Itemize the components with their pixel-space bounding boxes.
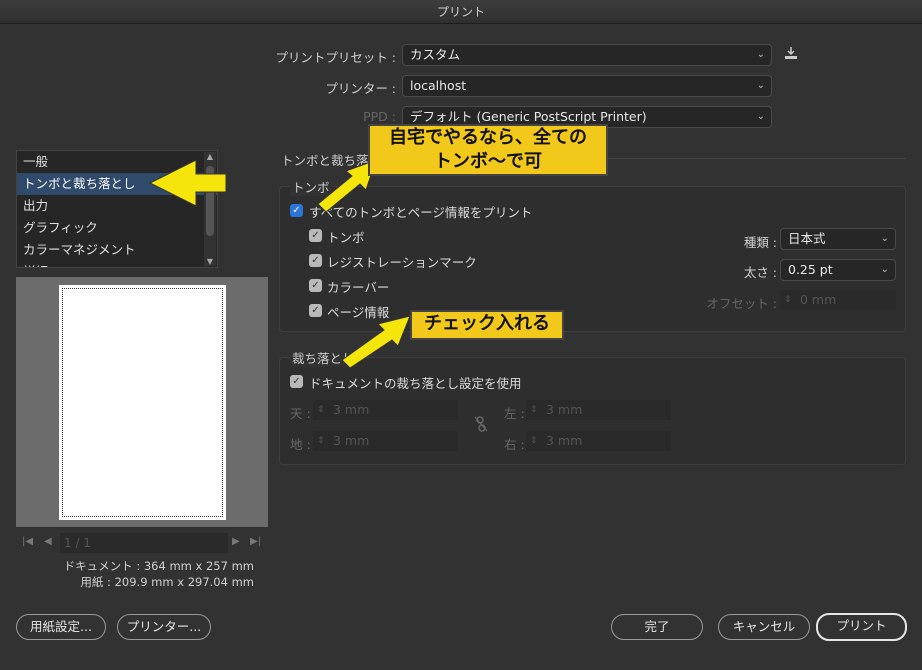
stepper-arrows-icon[interactable]: ⇕ <box>530 400 538 420</box>
sidebar-item-marks-bleed[interactable]: トンボと裁ち落とし <box>17 173 217 195</box>
paper-size: 用紙 : 209.9 mm x 297.04 mm <box>80 575 254 589</box>
bleed-top-value: 3 mm <box>333 402 370 417</box>
page-navigator: |◀ ◀ 1 / 1 ▶ ▶| <box>16 532 268 554</box>
bleed-group-title: 裁ち落とし <box>290 348 357 367</box>
sidebar-item-advanced[interactable]: 詳細 <box>17 261 217 267</box>
page-info-checkbox[interactable]: ✓ <box>309 304 322 317</box>
bleed-top-stepper[interactable]: ⇕ 3 mm <box>313 400 458 420</box>
prev-page-icon[interactable]: ◀ <box>44 536 52 547</box>
printer-button[interactable]: プリンター... <box>117 614 211 640</box>
first-page-icon[interactable]: |◀ <box>22 536 33 547</box>
color-bars-label: カラーバー <box>327 280 390 295</box>
bleed-right-stepper[interactable]: ⇕ 3 mm <box>526 431 671 451</box>
scroll-down-icon[interactable]: ▼ <box>204 257 216 266</box>
use-doc-bleed-checkbox[interactable]: ✓ <box>290 375 303 388</box>
link-chain-icon[interactable] <box>474 416 488 436</box>
ppd-label: PPD : <box>363 109 396 124</box>
save-preset-icon[interactable] <box>784 46 798 64</box>
registration-label: レジストレーションマーク <box>327 255 477 270</box>
preset-label: プリントプリセット : <box>275 50 396 65</box>
printer-select[interactable]: localhost ⌄ <box>402 75 772 97</box>
print-button[interactable]: プリント <box>816 613 907 641</box>
preset-select[interactable]: カスタム ⌄ <box>402 44 772 66</box>
chevron-down-icon: ⌄ <box>756 111 765 122</box>
sidebar-item-output[interactable]: 出力 <box>17 195 217 217</box>
page-setup-button[interactable]: 用紙設定... <box>16 614 106 640</box>
bleed-right-value: 3 mm <box>546 433 583 448</box>
sidebar-item-general[interactable]: 一般 <box>17 151 217 173</box>
category-list[interactable]: 一般 トンボと裁ち落とし 出力 グラフィック カラーマネジメント 詳細 ▲ ▼ <box>16 150 218 268</box>
bleed-left-stepper[interactable]: ⇕ 3 mm <box>526 400 671 420</box>
sidebar-item-graphics[interactable]: グラフィック <box>17 217 217 239</box>
chevron-down-icon: ⌄ <box>880 233 889 244</box>
bleed-bottom-stepper[interactable]: ⇕ 3 mm <box>313 431 458 451</box>
document-size: ドキュメント : 364 mm x 257 mm <box>63 559 254 573</box>
offset-value: 0 mm <box>800 292 837 307</box>
mark-type-select[interactable]: 日本式 ⌄ <box>780 228 896 250</box>
next-page-icon[interactable]: ▶ <box>232 536 240 547</box>
page-field[interactable]: 1 / 1 <box>60 533 228 553</box>
marks-group-title: トンボ <box>290 177 332 196</box>
preview-artboard-outline <box>62 288 223 517</box>
sidebar-item-color-management[interactable]: カラーマネジメント <box>17 239 217 261</box>
done-button[interactable]: 完了 <box>611 614 703 640</box>
preset-value: カスタム <box>410 47 461 62</box>
chevron-down-icon: ⌄ <box>756 80 765 91</box>
mark-type-value: 日本式 <box>788 231 826 246</box>
use-doc-bleed-label: ドキュメントの裁ち落とし設定を使用 <box>309 376 522 391</box>
bleed-bottom-value: 3 mm <box>333 433 370 448</box>
bleed-left-label: 左 : <box>504 406 525 421</box>
mark-type-label: 種類 : <box>743 235 777 250</box>
trim-marks-label: トンボ <box>327 230 365 245</box>
chevron-down-icon: ⌄ <box>756 49 765 60</box>
bleed-right-label: 右 : <box>504 437 525 452</box>
all-marks-label: すべてのトンボとページ情報をプリント <box>309 205 533 220</box>
all-marks-checkbox[interactable]: ✓ <box>290 204 303 217</box>
scroll-up-icon[interactable]: ▲ <box>204 152 216 161</box>
scroll-thumb[interactable] <box>206 166 214 236</box>
list-scrollbar[interactable]: ▲ ▼ <box>204 152 216 266</box>
window-title: プリント <box>0 0 922 24</box>
trim-marks-checkbox[interactable]: ✓ <box>309 229 322 242</box>
last-page-icon[interactable]: ▶| <box>250 536 261 547</box>
stepper-arrows-icon[interactable]: ⇕ <box>784 290 792 310</box>
printer-value: localhost <box>410 78 467 93</box>
registration-checkbox[interactable]: ✓ <box>309 254 322 267</box>
callout-check: チェック入れる <box>410 310 564 340</box>
preview-paper <box>59 285 226 520</box>
callout-all-marks: 自宅でやるなら、全ての トンボ〜で可 <box>368 124 608 176</box>
callout-all-marks-line2: トンボ〜で可 <box>434 151 542 172</box>
offset-label: オフセット : <box>706 296 777 311</box>
stepper-arrows-icon[interactable]: ⇕ <box>317 431 325 451</box>
printer-label: プリンター : <box>325 81 396 96</box>
stepper-arrows-icon[interactable]: ⇕ <box>530 431 538 451</box>
ppd-value: デフォルト (Generic PostScript Printer) <box>410 109 647 124</box>
print-preview <box>16 277 268 527</box>
stepper-arrows-icon[interactable]: ⇕ <box>317 400 325 420</box>
bleed-top-label: 天 : <box>290 406 311 421</box>
page-info-label: ページ情報 <box>327 305 390 320</box>
mark-weight-select[interactable]: 0.25 pt ⌄ <box>780 259 896 281</box>
bleed-bottom-label: 地 : <box>290 437 311 452</box>
color-bars-checkbox[interactable]: ✓ <box>309 279 322 292</box>
callout-all-marks-line1: 自宅でやるなら、全ての <box>389 127 587 148</box>
mark-weight-value: 0.25 pt <box>788 262 833 277</box>
bleed-left-value: 3 mm <box>546 402 583 417</box>
offset-stepper[interactable]: ⇕ 0 mm <box>780 290 896 310</box>
chevron-down-icon: ⌄ <box>880 264 889 275</box>
cancel-button[interactable]: キャンセル <box>718 614 810 640</box>
mark-weight-label: 太さ : <box>743 265 777 280</box>
